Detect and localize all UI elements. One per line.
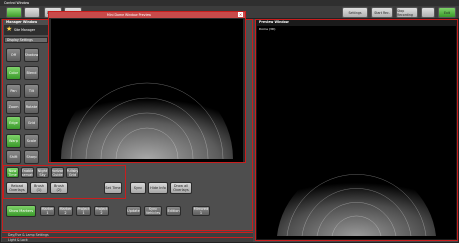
- sync-button[interactable]: Sync: [130, 182, 146, 194]
- sync-vehicles-button[interactable]: Sync Vehicles: [144, 206, 162, 216]
- horizon-guide-button[interactable]: Horizon Guide: [51, 167, 64, 178]
- grid-button-r2c1[interactable]: Pan: [6, 84, 21, 98]
- show-markers-button[interactable]: Show Markers: [6, 205, 36, 217]
- mirrored-1-button[interactable]: Mirrored 1: [192, 206, 210, 216]
- set-time-button[interactable]: Set Time: [104, 182, 122, 194]
- brush-2-button[interactable]: Brush (2): [50, 182, 68, 194]
- grid-button-r1c3[interactable]: Color: [6, 66, 21, 80]
- floating-dome-window[interactable]: Mini Dome Window Preview ×: [48, 11, 246, 163]
- stop-recording-button[interactable]: Stop Recording: [396, 7, 418, 18]
- fullsky-grid-button[interactable]: Fullsky Grid: [66, 167, 79, 178]
- collapsed-panel-2[interactable]: Light & Lock: [2, 237, 253, 242]
- edition-button[interactable]: Edition: [166, 206, 181, 216]
- grid-button-r4c2[interactable]: Scale: [24, 134, 39, 148]
- preview-title: Preview Window: [259, 20, 289, 24]
- marker-1-button[interactable]: Marker 1: [40, 206, 55, 216]
- manager-title: Manager Window: [6, 20, 38, 24]
- project-1-button[interactable]: Project 1: [76, 206, 91, 216]
- display-settings-tab[interactable]: Display Settings: [4, 37, 48, 43]
- grid-button-r5c1[interactable]: Shift: [6, 150, 21, 164]
- toolbar-button-1[interactable]: [6, 7, 22, 18]
- floating-window-titlebar[interactable]: Mini Dome Window Preview ×: [49, 12, 245, 18]
- grid-button-r1c4[interactable]: Blend: [24, 66, 39, 80]
- update-button[interactable]: Update: [126, 206, 141, 216]
- now-time-button[interactable]: Now Time: [6, 167, 19, 178]
- dome-view-preview: Dome (3D): [257, 26, 456, 239]
- window-title: Control Window: [4, 1, 30, 5]
- dome-view-left: [51, 19, 243, 162]
- brush-1-button[interactable]: Brush (1): [30, 182, 48, 194]
- project-2-button[interactable]: Project 2: [94, 206, 109, 216]
- grid-button-r4c1[interactable]: Warp: [6, 134, 21, 148]
- grid-button-r2c3[interactable]: Zoom: [6, 100, 21, 114]
- exit-button[interactable]: Exit: [438, 7, 456, 18]
- star-icon: ★: [6, 25, 13, 33]
- grid-button-r3c1[interactable]: Edge: [6, 116, 21, 130]
- enable-observatory-button[interactable]: Enable Observatory: [21, 167, 34, 178]
- start-rec-button[interactable]: Start Rec.: [371, 7, 393, 18]
- hide-info-button[interactable]: Hide Info: [148, 182, 168, 194]
- site-manager-header: ★ Site Manager: [4, 25, 50, 35]
- unnamed-button[interactable]: [421, 7, 435, 18]
- grid-button-r2c4[interactable]: Rotate: [24, 100, 39, 114]
- draw-all-overlays-button[interactable]: Draw all Overlays: [170, 182, 192, 194]
- grid-button-r3c2[interactable]: Grid: [24, 116, 39, 130]
- grid-button-r5c2[interactable]: Sharp: [24, 150, 39, 164]
- preview-small-text: Dome (3D): [259, 27, 276, 31]
- night-sky-button[interactable]: Night Sky: [36, 167, 49, 178]
- dome-image-preview: [277, 164, 436, 237]
- toolbar-button-2[interactable]: [24, 7, 40, 18]
- reload-overlays-button[interactable]: Reload Overlays: [6, 182, 28, 194]
- close-icon[interactable]: ×: [238, 12, 243, 17]
- settings-button[interactable]: Settings: [342, 7, 368, 18]
- site-manager-label: Site Manager: [14, 28, 36, 32]
- grid-button-r1c1[interactable]: Off: [6, 48, 21, 62]
- dome-image-left: [61, 73, 233, 160]
- grid-button-r1c2[interactable]: Shadow: [24, 48, 39, 62]
- marker-2-button[interactable]: Marker 2: [58, 206, 73, 216]
- grid-button-r2c2[interactable]: Tilt: [24, 84, 39, 98]
